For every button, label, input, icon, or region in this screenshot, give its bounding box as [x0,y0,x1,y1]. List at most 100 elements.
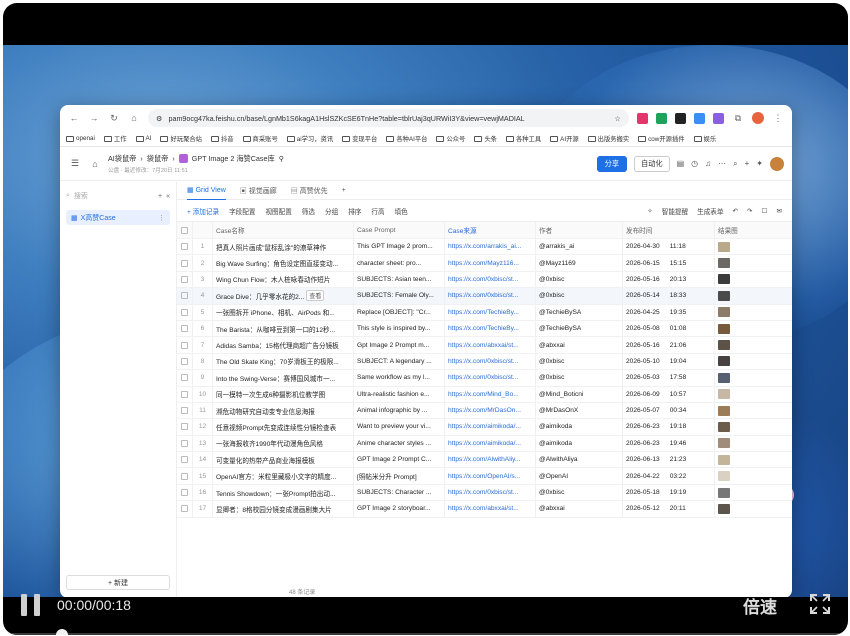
bookmark-folder[interactable]: openai [66,135,95,142]
result-thumbnail[interactable] [718,340,730,351]
case-name-cell[interactable]: Grace Dive：几乎零水花的2... 查看 [213,288,354,304]
table-row[interactable]: 15 OpenAI官方：米粒里藏极小文字的精度... [照帖米分升 Prompt] h… [177,468,792,485]
case-name-cell[interactable]: Adidas Samba：15格代理商超广告分镜板 [213,337,354,353]
row-checkbox[interactable] [177,370,193,386]
automation-button[interactable]: 自动化 [634,155,670,172]
speed-button[interactable]: 倍速 [743,593,777,618]
case-prompt-cell[interactable]: SUBJECTS: Character ... [354,484,445,501]
case-source-cell[interactable]: https://x.com/TechieBy... [445,304,536,320]
toolbar-button[interactable]: 筛选 [302,206,315,216]
column-header[interactable]: 结果图 [715,222,775,238]
result-image-cell[interactable] [715,468,775,483]
row-checkbox[interactable] [177,288,193,304]
author-cell[interactable]: @0xbisc [536,484,623,501]
case-name-cell[interactable]: 可变量化的热带产品商业海报模板 [213,452,354,468]
case-source-cell[interactable]: https://x.com/0xbisc/st... [445,370,536,386]
date-cell[interactable]: 2026-05-16 21:06 [623,337,715,353]
back-icon[interactable]: ← [68,112,80,124]
bookmark-folder[interactable]: 各种工具 [505,134,541,143]
mail-icon[interactable]: ✉ [776,207,782,215]
case-source-cell[interactable]: https://x.com/0xbisc/st... [445,288,536,304]
case-source-cell[interactable]: https://x.com/Mayz116... [445,255,536,271]
add-view-icon[interactable]: + [342,187,346,194]
author-cell[interactable]: @MrDasOnX [536,402,623,419]
case-prompt-cell[interactable]: This style is inspired by... [354,320,445,337]
row-checkbox[interactable] [177,304,193,320]
case-source-cell[interactable]: https://x.com/Mind_Bo... [445,386,536,402]
case-source-cell[interactable]: https://x.com/arrakis_ai... [445,239,536,255]
toolbar-button[interactable]: 分组 [325,206,338,216]
row-checkbox[interactable] [177,484,193,501]
bookmark-folder[interactable]: 公众号 [436,134,465,143]
row-checkbox[interactable] [177,402,193,419]
table-row[interactable]: 11 濒危动物研究自动变专业信息海报 Animal infographic by .… [177,402,792,420]
result-thumbnail[interactable] [718,290,730,301]
toolbar-button[interactable]: 智能提醒 [662,206,688,216]
table-row[interactable]: 5 一张图拆开 iPhone、相机、AirPods 和... Replace [OB… [177,304,792,321]
breadcrumb-item[interactable]: AI袋鼠帝 [108,154,136,164]
table-row[interactable]: 10 同一模特一次生成6种摄影机位教学图 Ultra-realistic fashi… [177,386,792,403]
bookmark-folder[interactable]: 各种AI平台 [386,134,427,143]
result-thumbnail[interactable] [718,356,730,367]
bookmark-folder[interactable]: cow开源插件 [638,134,685,143]
case-name-cell[interactable]: Tennis Showdown：一张Prompt拍出动... [213,484,354,501]
row-checkbox[interactable] [177,320,193,337]
author-cell[interactable]: @Mind_Boticni [536,386,623,402]
table-row[interactable]: 6 The Barista：从咖啡豆到第一口的12秒... This style i… [177,320,792,338]
toolbar-button[interactable]: 生成表单 [697,206,723,216]
author-cell[interactable]: @0xbisc [536,271,623,288]
extension-icon[interactable] [694,112,705,124]
result-image-cell[interactable] [715,272,775,287]
result-image-cell[interactable] [715,419,775,434]
row-checkbox[interactable] [177,337,193,353]
home-icon[interactable]: ⌂ [88,159,102,169]
author-cell[interactable]: @OpenAI [536,468,623,484]
bookmark-folder[interactable]: 抖音 [210,134,234,143]
case-source-cell[interactable]: https://x.com/0xbisc/st... [445,271,536,288]
table-row[interactable]: 8 The Old Skate King：70岁滑板王的极限... SUBJECT:… [177,353,792,371]
result-image-cell[interactable] [715,370,775,385]
checkbox[interactable] [181,226,188,234]
checkbox[interactable] [181,275,188,283]
author-cell[interactable]: @aimikoda [536,419,623,435]
row-checkbox[interactable] [177,419,193,435]
result-thumbnail[interactable] [718,438,730,449]
case-name-cell[interactable]: OpenAI官方：米粒里藏极小文字的精度... [213,468,354,484]
notification-icon[interactable]: ♫ [705,159,711,168]
table-row[interactable]: 4 Grace Dive：几乎零水花的2... 查看 SUBJECTS: Female… [177,288,792,305]
extension-icon[interactable] [656,112,667,124]
date-cell[interactable]: 2026-04-30 11:18 [623,239,715,255]
author-cell[interactable]: @aimikoda [536,435,623,452]
result-thumbnail[interactable] [718,307,730,318]
case-prompt-cell[interactable]: GPT Image 2 storyboar... [354,501,445,517]
more-icon[interactable]: ⋯ [718,159,726,168]
toolbar-button[interactable]: 字段配置 [229,206,255,216]
row-checkbox[interactable] [177,386,193,402]
author-cell[interactable]: @0xbisc [536,353,623,370]
case-prompt-cell[interactable]: Same workflow as my l... [354,370,445,386]
case-prompt-cell[interactable]: This GPT Image 2 prom... [354,239,445,255]
date-cell[interactable]: 2026-06-09 10:57 [623,386,715,402]
author-cell[interactable]: @TechieBySA [536,304,623,320]
select-all-checkbox[interactable] [177,222,193,238]
table-row[interactable]: 2 Big Wave Surfing：角色设定图直接变动... character … [177,255,792,272]
result-image-cell[interactable] [715,452,775,467]
site-info-icon[interactable]: ⚙ [156,114,162,123]
result-image-cell[interactable] [715,288,775,303]
case-name-cell[interactable]: Wing Chun Flow：木人桩咏春动作短片 [213,271,354,288]
case-source-cell[interactable]: https://x.com/aimikoda/... [445,435,536,452]
extension-icon[interactable] [713,112,724,124]
result-image-cell[interactable] [715,305,775,320]
checkbox[interactable] [181,259,188,267]
result-thumbnail[interactable] [718,323,730,334]
case-name-cell[interactable]: Big Wave Surfing：角色设定图直接变动... [213,255,354,271]
case-prompt-cell[interactable]: SUBJECT: A legendary ... [354,353,445,370]
date-cell[interactable]: 2026-05-08 01:08 [623,320,715,337]
result-image-cell[interactable] [715,387,775,402]
bookmark-star-icon[interactable]: ☆ [615,114,621,123]
case-name-cell[interactable]: The Barista：从咖啡豆到第一口的12秒... [213,320,354,337]
extension-icon[interactable] [675,112,686,124]
result-thumbnail[interactable] [718,487,730,498]
checkbox[interactable] [181,374,188,382]
checkbox[interactable] [181,489,188,497]
